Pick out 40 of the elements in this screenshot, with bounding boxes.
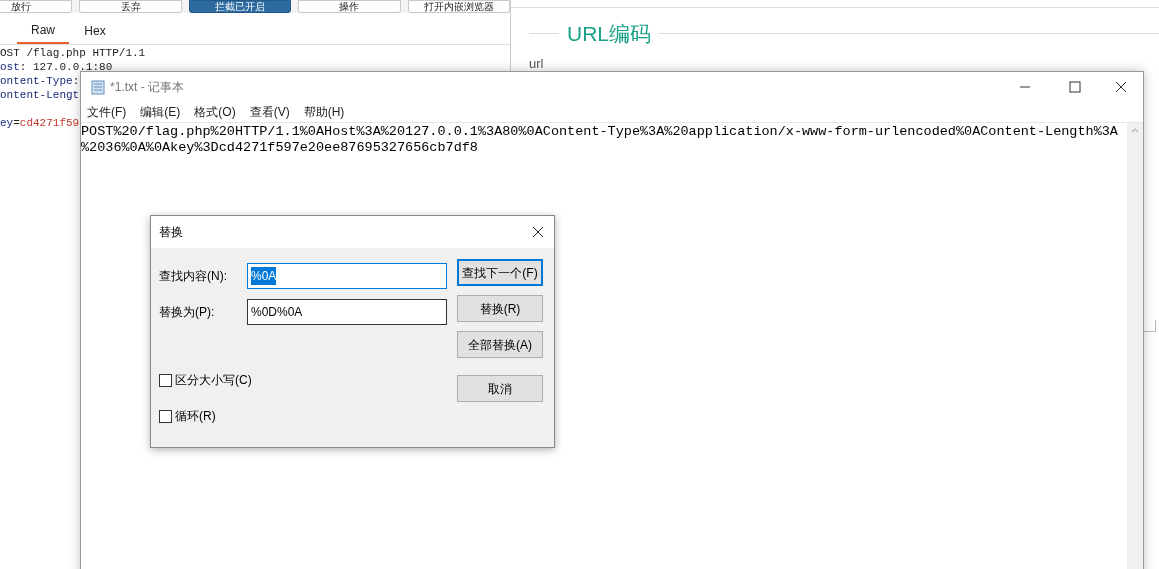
menu-item[interactable]: 查看(V) [249, 103, 290, 121]
field-label: url [528, 54, 545, 73]
dialog-button[interactable]: 全部替换(A) [457, 331, 543, 358]
checkbox[interactable] [159, 373, 172, 387]
section-heading: URL编码 [566, 21, 652, 47]
dialog-title: 替换 [159, 224, 183, 241]
text-field[interactable]: %0D%0A [247, 299, 447, 325]
option-label: 循环(R) [175, 408, 216, 425]
menu-item[interactable]: 格式(O) [194, 103, 236, 121]
body-parameter: ey=cd4271f59 [0, 116, 80, 130]
header-line: ontent-Lengt [0, 88, 80, 102]
toolbar-button[interactable]: 打开内嵌浏览器 [407, 0, 511, 13]
dialog-button[interactable]: 查找下一个(F) [457, 259, 543, 286]
maximize-icon[interactable] [1069, 81, 1081, 93]
request-line: OST /flag.php HTTP/1.1 [0, 46, 146, 60]
field-label: 替换为(P): [159, 304, 216, 321]
close-icon[interactable] [1115, 81, 1127, 93]
menu-item[interactable]: 文件(F) [87, 103, 127, 121]
text-line: POST%20/flag.php%20HTTP/1.1%0AHost%3A%20127.0.0.1%3A80%0AContent-Type%3A%20application/x-www-form-urlencoded%0AContent-Length%3A [81, 124, 1118, 140]
option-label: 区分大小写(C) [175, 372, 252, 389]
toolbar-button[interactable]: 放行 [0, 0, 73, 13]
toolbar-button[interactable]: 丢弃 [79, 0, 182, 13]
dialog-button[interactable]: 替换(R) [457, 295, 543, 322]
dialog-button[interactable]: 取消 [457, 375, 543, 402]
toolbar-button[interactable]: 操作 [298, 0, 401, 13]
window-title: *1.txt - 记事本 [110, 79, 184, 96]
toolbar-button[interactable]: 拦截已开启 [188, 0, 292, 13]
scrollbar[interactable] [1127, 123, 1143, 569]
text-field[interactable]: %0A [247, 263, 447, 289]
header-line: ontent-Type: [0, 74, 80, 88]
text-line: %2036%0A%0Akey%3Dcd4271f597e20ee87695327656cb7df8 [81, 140, 478, 156]
header-line: ost: 127.0.0.1:80 [0, 60, 113, 74]
checkbox[interactable] [159, 409, 172, 423]
menu-item[interactable]: 编辑(E) [140, 103, 181, 121]
menu-item[interactable]: 帮助(H) [303, 103, 345, 121]
notepad-icon [90, 79, 106, 95]
close-icon[interactable] [532, 226, 544, 238]
view-tab[interactable]: Raw [17, 17, 69, 44]
view-tab[interactable]: Hex [69, 17, 121, 44]
field-label: 查找内容(N): [159, 268, 228, 285]
